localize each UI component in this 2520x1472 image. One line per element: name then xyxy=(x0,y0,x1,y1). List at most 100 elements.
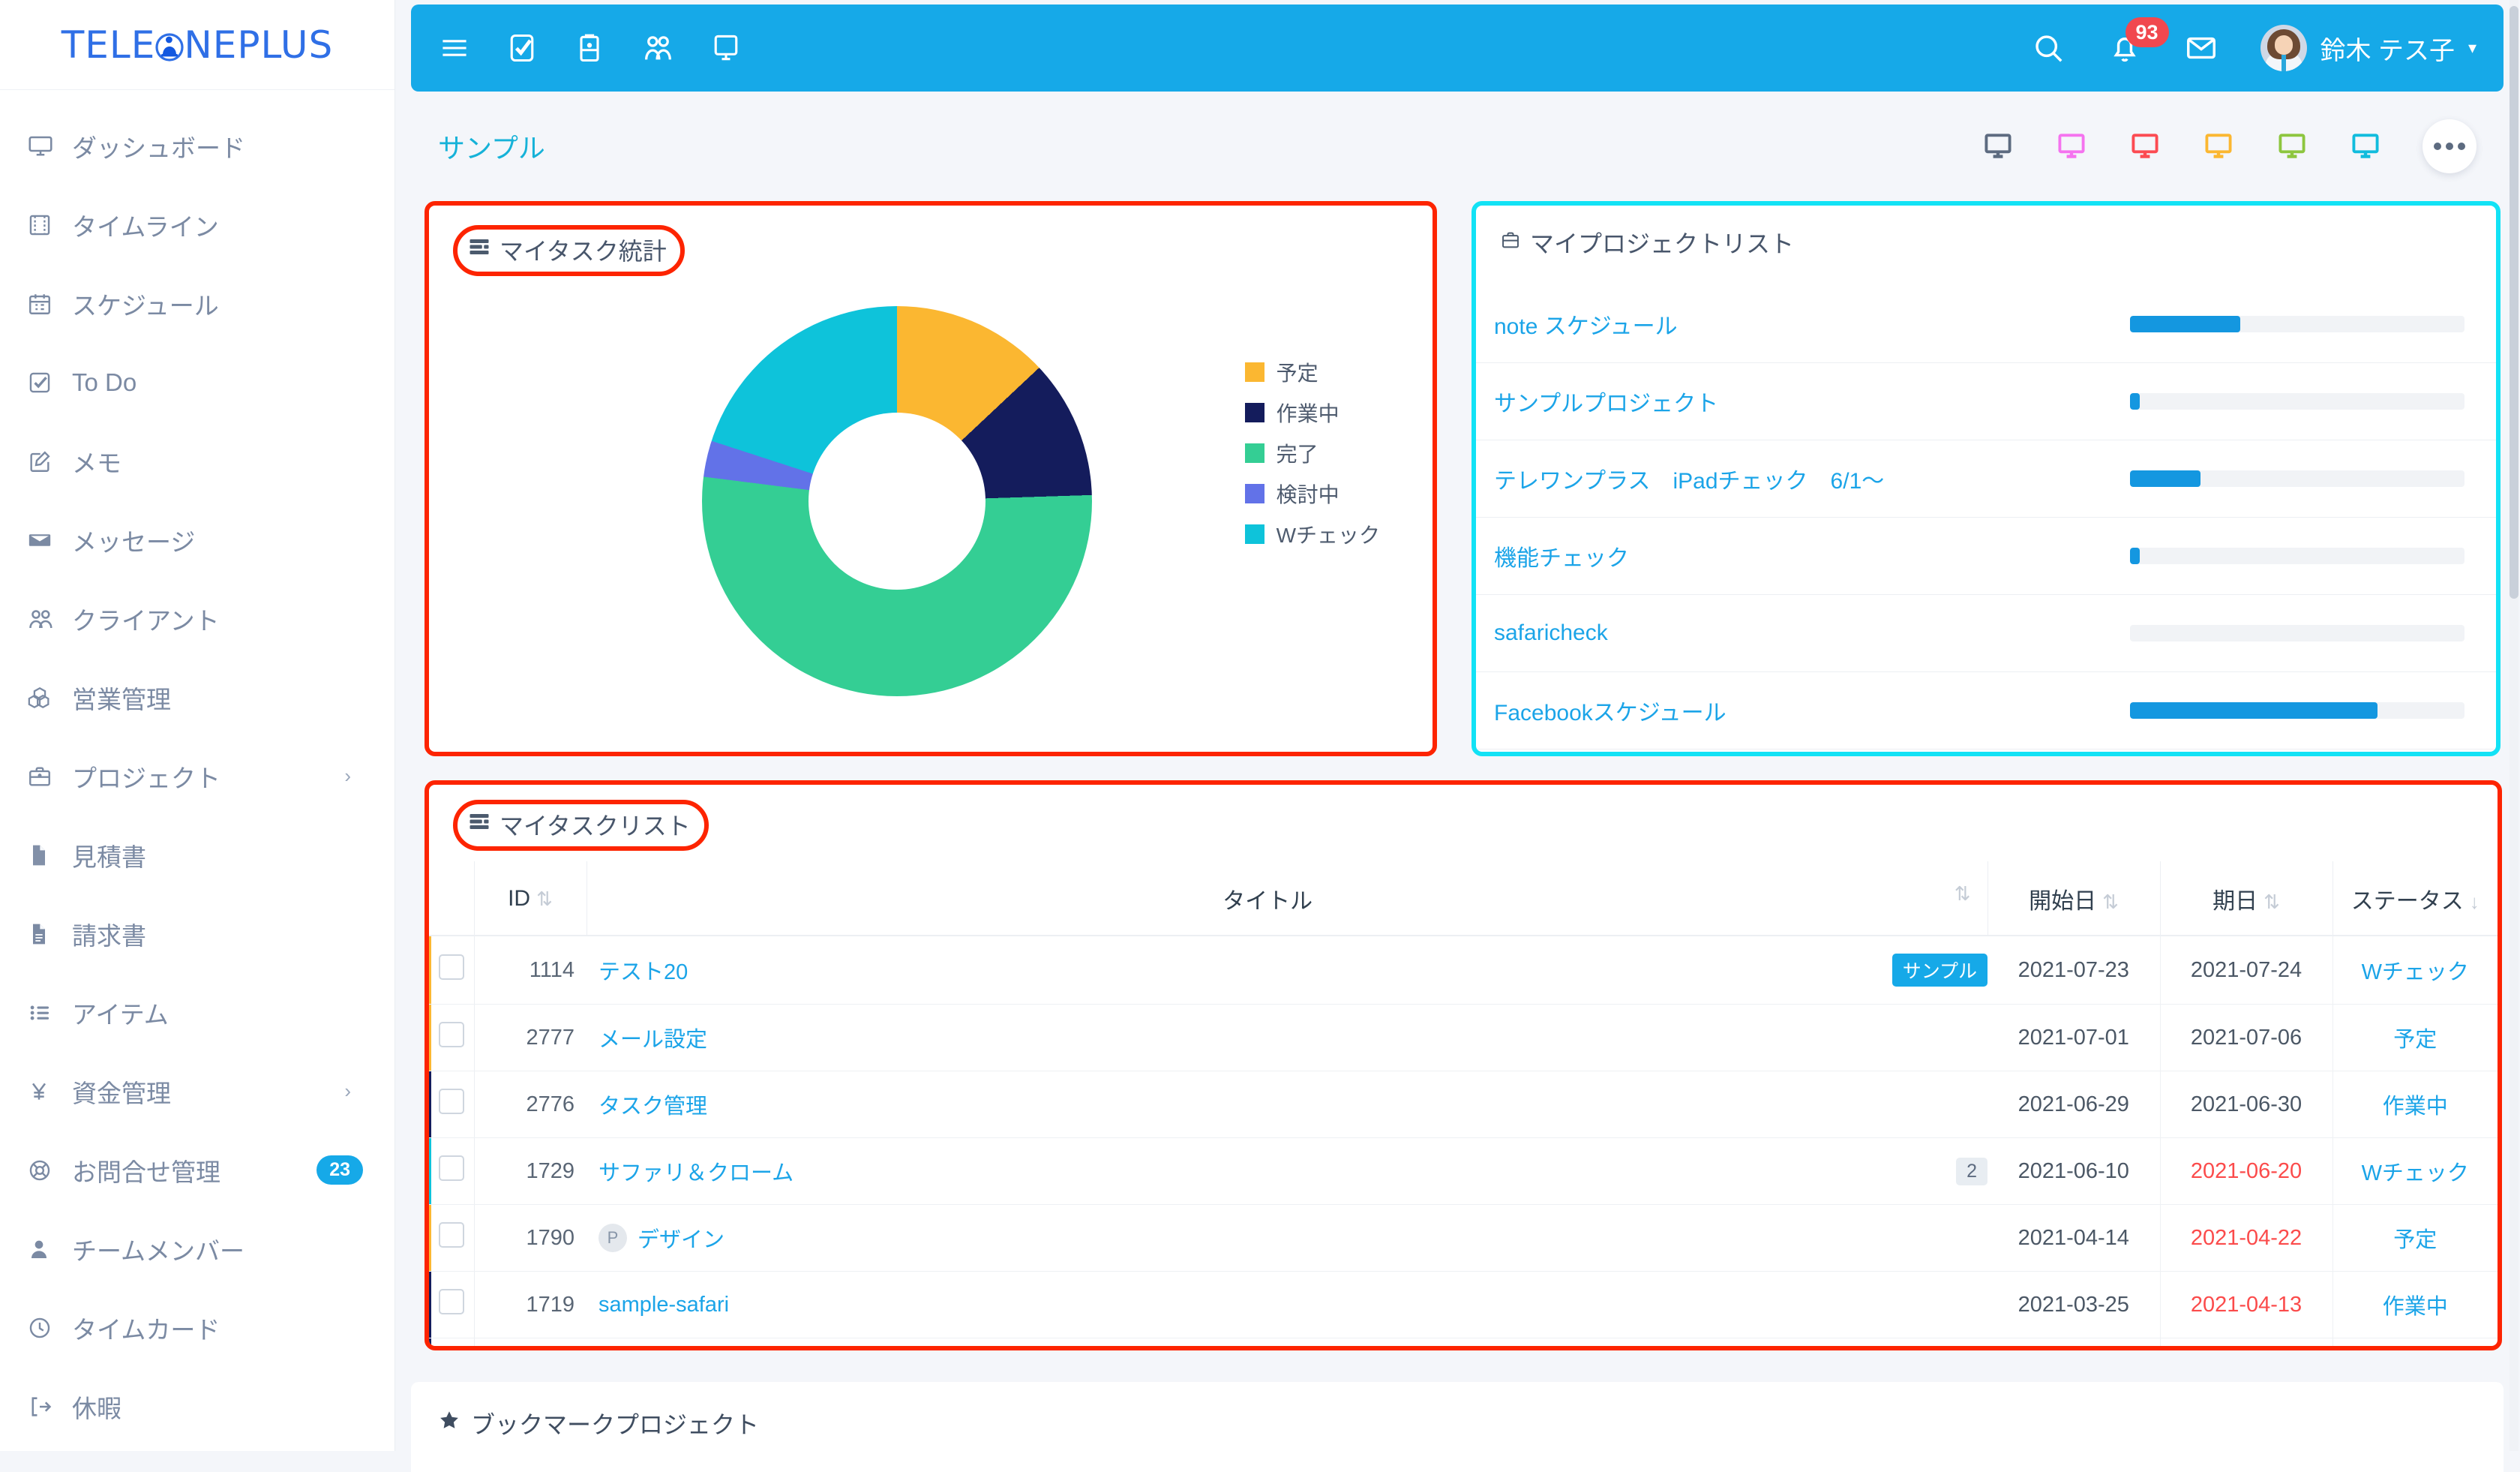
project-list-item[interactable]: note スケジュール xyxy=(1476,285,2496,362)
notifications-button[interactable]: 93 xyxy=(2108,17,2169,65)
project-name[interactable]: サンプルプロジェクト xyxy=(1494,385,1718,418)
sidebar-item-project[interactable]: プロジェクト › xyxy=(0,737,394,816)
table-row[interactable]: 2777 メール設定 2021-07-01 2021-07-06 予定 xyxy=(429,1004,2498,1071)
table-row[interactable]: 1729 サファリ＆クローム 2 2021-06-10 2021-06-20 Wチェック xyxy=(429,1137,2498,1205)
row-checkbox[interactable] xyxy=(438,1222,464,1248)
sidebar-item-quotation[interactable]: 見積書 xyxy=(0,816,394,894)
yen-icon xyxy=(27,1080,72,1104)
row-checkbox[interactable] xyxy=(438,1089,464,1114)
project-list-item[interactable]: Teleoneチェック202102 Firefox xyxy=(1476,749,2496,752)
project-name[interactable]: note スケジュール xyxy=(1494,308,1678,341)
project-name[interactable]: 機能チェック xyxy=(1494,539,1629,572)
sidebar-item-todo[interactable]: To Do xyxy=(0,343,394,422)
monitor-gray-icon[interactable] xyxy=(1982,130,2014,163)
sidebar-item-client[interactable]: クライアント xyxy=(0,579,394,658)
row-checkbox[interactable] xyxy=(438,1022,464,1047)
sidebar-item-timecard[interactable]: タイムカード xyxy=(0,1288,394,1367)
status-badge[interactable]: Wチェック xyxy=(2332,936,2498,1005)
sidebar-item-message[interactable]: メッセージ xyxy=(0,500,394,579)
sidebar-item-invoice[interactable]: 請求書 xyxy=(0,894,394,973)
row-checkbox-cell xyxy=(429,936,475,1005)
sidebar-item-vacation[interactable]: 休暇 xyxy=(0,1367,394,1446)
status-badge[interactable]: 予定 xyxy=(2332,1004,2498,1071)
sidebar-item-label: メッセージ xyxy=(72,527,196,556)
task-title-link[interactable]: メール設定 xyxy=(598,1022,707,1053)
status-badge[interactable]: 予定 xyxy=(2332,1204,2498,1272)
more-options-button[interactable] xyxy=(2422,119,2476,173)
task-title-link[interactable]: サファリ＆クローム xyxy=(598,1155,794,1187)
task-title-link[interactable]: デザイン xyxy=(638,1222,724,1254)
table-row[interactable]: 1719 sample-safari 2021-03-25 2021-04-13 作業中 xyxy=(429,1271,2498,1338)
chevron-down-icon[interactable]: ▾ xyxy=(2468,38,2476,58)
column-due-date[interactable]: 期日 ⇅ xyxy=(2160,861,2333,936)
brand-logo[interactable]: TELE NEPLUS xyxy=(0,0,394,90)
project-name[interactable]: テレワンプラス iPadチェック 6/1〜 xyxy=(1494,462,1884,495)
sidebar-item-inquiry[interactable]: お問合せ管理 23 xyxy=(0,1131,394,1209)
task-id: 1790 xyxy=(474,1204,586,1272)
project-name[interactable]: safaricheck xyxy=(1494,620,1608,646)
table-row[interactable]: 1720サンプルcheck322021-04-022021-04-13作業中 xyxy=(429,1338,2498,1346)
hamburger-icon[interactable] xyxy=(438,32,471,65)
status-badge[interactable]: 作業中 xyxy=(2332,1271,2498,1338)
project-list-item[interactable]: サンプルプロジェクト xyxy=(1476,362,2496,440)
search-icon[interactable] xyxy=(2031,31,2066,65)
row-checkbox[interactable] xyxy=(438,954,464,980)
sidebar-item-item[interactable]: アイテム xyxy=(0,973,394,1052)
sort-updown-icon[interactable]: ⇅ xyxy=(1954,882,1971,906)
project-list-item[interactable]: 機能チェック xyxy=(1476,517,2496,594)
status-badge[interactable]: Wチェック xyxy=(2332,1137,2498,1205)
status-badge[interactable]: 作業中 xyxy=(2332,1338,2498,1346)
sort-updown-icon[interactable]: ⇅ xyxy=(2264,891,2280,913)
envelope-icon[interactable] xyxy=(2184,31,2218,65)
task-due-date: 2021-06-30 xyxy=(2160,1071,2333,1138)
project-list-item[interactable]: safaricheck xyxy=(1476,594,2496,671)
sort-updown-icon[interactable]: ⇅ xyxy=(2102,891,2119,913)
sidebar-item-sales[interactable]: 営業管理 xyxy=(0,658,394,737)
sidebar-item-dashboard[interactable]: ダッシュボード xyxy=(0,107,394,185)
monitor-red-icon[interactable] xyxy=(2128,130,2162,163)
users-icon[interactable] xyxy=(640,31,675,65)
user-menu[interactable]: 鈴木 テス子 ▾ xyxy=(2260,25,2476,71)
sidebar-item-team-member[interactable]: チームメンバー xyxy=(0,1209,394,1288)
monitor-cyan-icon[interactable] xyxy=(2349,130,2382,163)
chevron-right-icon[interactable]: › xyxy=(344,1080,351,1103)
breadcrumb[interactable]: サンプル xyxy=(438,127,545,166)
row-checkbox-cell xyxy=(429,1004,475,1071)
status-badge[interactable]: 作業中 xyxy=(2332,1071,2498,1138)
table-row[interactable]: 2776 タスク管理 2021-06-29 2021-06-30 作業中 xyxy=(429,1071,2498,1138)
check-square-icon[interactable] xyxy=(506,32,538,65)
column-status[interactable]: ステータス ↓ xyxy=(2332,861,2498,936)
clipboard-icon[interactable] xyxy=(573,32,606,65)
sidebar-item-memo[interactable]: メモ xyxy=(0,422,394,500)
sidebar-item-schedule[interactable]: スケジュール xyxy=(0,264,394,343)
chevron-right-icon[interactable]: › xyxy=(344,765,351,788)
task-card-title: マイタスクリスト xyxy=(453,800,709,851)
monitor-green-icon[interactable] xyxy=(2276,130,2308,163)
column-title[interactable]: タイトル ⇅ xyxy=(586,861,1988,936)
task-table-head: ID ⇅ タイトル ⇅ 開始日 ⇅ 期日 ⇅ ステータス ↓ xyxy=(429,861,2498,936)
task-status-donut-chart[interactable] xyxy=(702,306,1092,696)
project-list-item[interactable]: Facebookスケジュール xyxy=(1476,671,2496,749)
sort-down-icon[interactable]: ↓ xyxy=(2470,891,2480,913)
task-title-link[interactable]: タスク管理 xyxy=(598,1089,707,1120)
sidebar-item-timeline[interactable]: タイムライン xyxy=(0,185,394,264)
table-row[interactable]: 1114 テスト20 サンプル 2021-07-23 2021-07-24 Wチェック xyxy=(429,936,2498,1005)
task-title-link[interactable]: sample-safari xyxy=(598,1293,729,1317)
sidebar-item-funds[interactable]: 資金管理 › xyxy=(0,1052,394,1131)
row-status-stripe xyxy=(429,1138,431,1204)
monitor-pink-icon[interactable] xyxy=(2055,130,2088,163)
page-scrollbar-thumb[interactable] xyxy=(2510,6,2518,599)
monitor-orange-icon[interactable] xyxy=(2202,130,2235,163)
task-title-link[interactable]: テスト20 xyxy=(598,954,688,986)
project-list-item[interactable]: テレワンプラス iPadチェック 6/1〜 xyxy=(1476,440,2496,517)
table-row[interactable]: 1790 P デザイン 2021-04-14 2021-04-22 予定 xyxy=(429,1204,2498,1272)
project-name[interactable]: Facebookスケジュール xyxy=(1494,694,1726,727)
sort-updown-icon[interactable]: ⇅ xyxy=(536,888,553,910)
monitor-icon[interactable] xyxy=(710,32,742,65)
column-id[interactable]: ID ⇅ xyxy=(474,861,587,936)
column-start-date[interactable]: 開始日 ⇅ xyxy=(1988,861,2161,936)
task-start-date: 2021-06-10 xyxy=(1988,1137,2161,1205)
row-checkbox[interactable] xyxy=(438,1155,464,1181)
row-checkbox[interactable] xyxy=(438,1289,464,1314)
task-id: 2776 xyxy=(474,1071,586,1138)
